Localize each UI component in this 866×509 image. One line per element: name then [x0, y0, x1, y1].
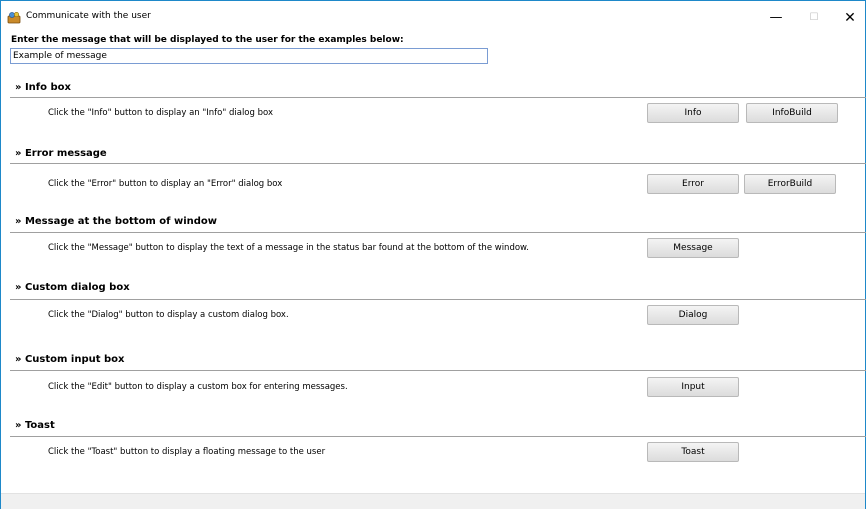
status-bar [1, 493, 865, 509]
errorbuild-button[interactable]: ErrorBuild [744, 174, 836, 194]
info-button[interactable]: Info [647, 103, 739, 123]
message-input[interactable] [10, 48, 488, 64]
input-button[interactable]: Input [647, 377, 739, 397]
section-description-message-bottom: Click the "Message" button to display th… [48, 243, 529, 253]
section-title-custom-input: » Custom input box [15, 354, 125, 365]
section-title-toast: » Toast [15, 420, 55, 431]
error-button[interactable]: Error [647, 174, 739, 194]
window-title: Communicate with the user [26, 11, 151, 21]
section-title-custom-dialog: » Custom dialog box [15, 282, 130, 293]
section-title-error-message: » Error message [15, 148, 107, 159]
maximize-button[interactable]: ☐ [797, 7, 831, 29]
toast-button[interactable]: Toast [647, 442, 739, 462]
message-button[interactable]: Message [647, 238, 739, 258]
dialog-button[interactable]: Dialog [647, 305, 739, 325]
close-button[interactable]: ✕ [833, 7, 866, 29]
section-divider [10, 436, 866, 437]
minimize-button[interactable]: — [759, 7, 793, 29]
title-bar: Communicate with the user — ☐ ✕ [1, 1, 865, 31]
section-title-message-bottom: » Message at the bottom of window [15, 216, 218, 227]
section-divider [10, 232, 866, 233]
section-title-info-box: » Info box [15, 82, 71, 93]
section-description-error-message: Click the "Error" button to display an "… [48, 179, 283, 189]
message-prompt-label: Enter the message that will be displayed… [11, 35, 404, 45]
section-description-info-box: Click the "Info" button to display an "I… [48, 108, 273, 118]
section-divider [10, 97, 866, 98]
section-divider [10, 163, 866, 164]
app-window: Communicate with the user — ☐ ✕ Enter th… [0, 0, 866, 509]
section-description-custom-input: Click the "Edit" button to display a cus… [48, 382, 348, 392]
app-icon [7, 11, 21, 24]
section-divider [10, 299, 866, 300]
section-description-custom-dialog: Click the "Dialog" button to display a c… [48, 310, 289, 320]
section-description-toast: Click the "Toast" button to display a fl… [48, 447, 326, 457]
infobuild-button[interactable]: InfoBuild [746, 103, 838, 123]
section-divider [10, 370, 866, 371]
